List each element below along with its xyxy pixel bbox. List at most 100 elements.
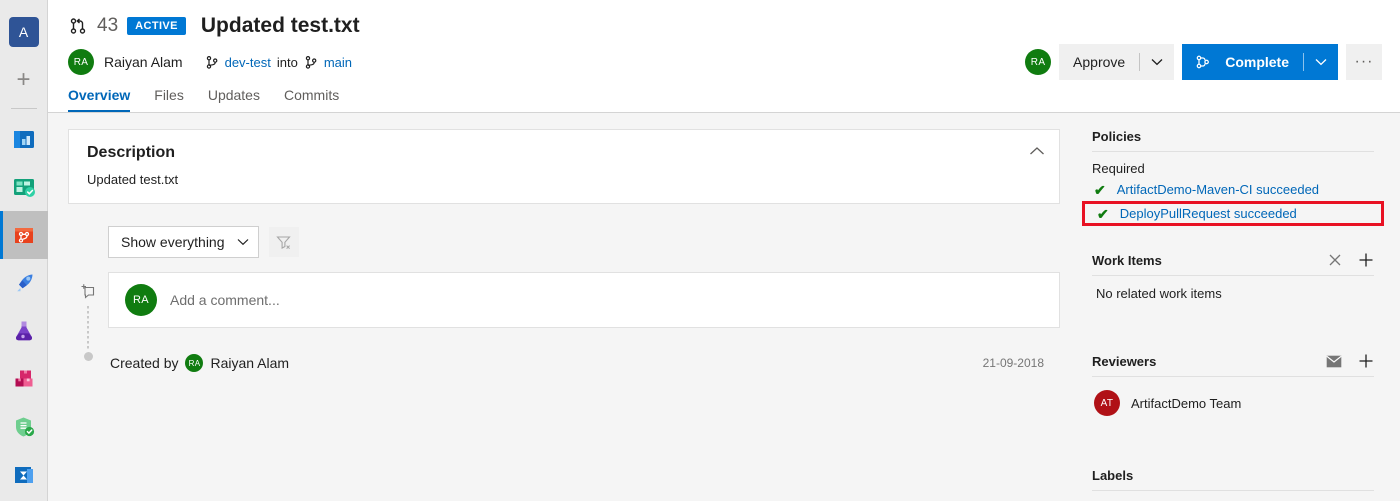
comment-author-avatar: RA <box>125 284 157 316</box>
comment-input-placeholder[interactable]: Add a comment... <box>170 292 280 308</box>
shield-icon <box>15 417 34 437</box>
pr-title-row: 43 ACTIVE Updated test.txt <box>68 14 1380 38</box>
policies-section: Policies Required ✔ ArtifactDemo-Maven-C… <box>1082 129 1384 226</box>
plus-icon <box>1359 253 1373 267</box>
pull-request-header: 43 ACTIVE Updated test.txt RA Raiyan Ala… <box>48 0 1400 113</box>
approve-dropdown-toggle[interactable] <box>1140 58 1174 66</box>
check-icon: ✔ <box>1097 205 1109 222</box>
analytics-icon <box>14 467 33 483</box>
rail-divider <box>10 108 37 109</box>
tab-commits[interactable]: Commits <box>284 87 339 112</box>
branch-info: dev-test into main <box>205 55 352 70</box>
labels-section: Labels Add label <box>1092 468 1374 501</box>
description-body: Updated test.txt <box>87 172 179 187</box>
description-title: Description <box>87 144 176 161</box>
policy-link[interactable]: ArtifactDemo-Maven-CI succeeded <box>1117 182 1319 197</box>
chevron-down-icon <box>1315 59 1327 66</box>
policy-link[interactable]: DeployPullRequest succeeded <box>1120 206 1297 221</box>
reviewer-list-item[interactable]: AT ArtifactDemo Team <box>1092 377 1374 416</box>
left-navigation-rail: A + <box>0 0 48 501</box>
discussion-thread: RA Add a comment... Created by RA Raiyan… <box>68 272 1060 372</box>
thread-rail <box>68 272 108 372</box>
main-column: 43 ACTIVE Updated test.txt RA Raiyan Ala… <box>48 0 1400 501</box>
created-by-row: Created by RA Raiyan Alam 21-09-2018 <box>108 354 1060 372</box>
created-by-avatar[interactable]: RA <box>185 354 204 372</box>
add-reviewer-button[interactable] <box>1358 353 1374 369</box>
target-branch-link[interactable]: main <box>324 55 352 70</box>
labels-title: Labels <box>1092 468 1134 483</box>
author-avatar[interactable]: RA <box>68 49 94 75</box>
org-avatar: A <box>8 17 39 47</box>
complete-button-label: Complete <box>1225 54 1289 70</box>
sidebar-item-artifacts[interactable] <box>0 355 48 403</box>
work-items-section: Work Items No related work items <box>1092 252 1374 301</box>
approve-button[interactable]: Approve <box>1059 44 1175 80</box>
close-icon <box>1329 254 1341 266</box>
sidebar-item-repos[interactable] <box>0 211 48 259</box>
repos-icon <box>14 228 33 243</box>
policy-row[interactable]: ✔ ArtifactDemo-Maven-CI succeeded <box>1092 179 1374 200</box>
overview-icon <box>13 131 34 148</box>
sidebar-item-boards[interactable] <box>0 163 48 211</box>
policy-row-highlighted[interactable]: ✔ DeployPullRequest succeeded <box>1082 201 1384 226</box>
pipelines-rocket-icon <box>16 274 32 292</box>
work-items-empty-text: No related work items <box>1096 286 1222 301</box>
show-everything-dropdown[interactable]: Show everything <box>108 226 259 258</box>
plus-icon: + <box>16 66 31 93</box>
notify-reviewers-button[interactable] <box>1326 355 1342 368</box>
chevron-up-icon <box>1030 147 1044 155</box>
pr-tabs: Overview Files Updates Commits <box>68 87 1380 112</box>
header-action-buttons: RA Approve Complete ··· <box>1025 44 1382 80</box>
created-by-label: Created by <box>110 355 179 371</box>
test-plans-flask-icon <box>15 321 32 341</box>
reviewers-title: Reviewers <box>1092 353 1157 369</box>
complete-merge-icon <box>1195 54 1211 70</box>
page-body: Description Updated test.txt Show everyt… <box>48 113 1400 501</box>
complete-dropdown-toggle[interactable] <box>1304 58 1338 66</box>
page-title: Updated test.txt <box>200 14 360 37</box>
check-icon: ✔ <box>1094 181 1106 198</box>
description-card: Description Updated test.txt <box>68 129 1060 204</box>
plus-icon <box>1359 354 1373 368</box>
rail-item-new[interactable]: + <box>0 56 48 104</box>
clear-filter-button[interactable] <box>268 227 299 257</box>
branch-icon-source <box>206 55 217 69</box>
pr-side-panel: Policies Required ✔ ArtifactDemo-Maven-C… <box>1080 113 1400 501</box>
panel-spacer <box>1092 420 1374 468</box>
chevron-down-icon <box>1151 59 1163 66</box>
sidebar-item-analytics[interactable] <box>0 451 48 499</box>
pull-request-icon <box>70 18 86 34</box>
chevron-down-icon <box>237 239 248 246</box>
status-badge: ACTIVE <box>127 17 186 35</box>
work-items-remove-button[interactable] <box>1328 253 1342 267</box>
sidebar-item-pipelines[interactable] <box>0 259 48 307</box>
add-comment-box[interactable]: RA Add a comment... <box>108 272 1060 328</box>
artifacts-boxes-icon <box>15 370 32 387</box>
sidebar-item-security[interactable] <box>0 403 48 451</box>
work-items-title: Work Items <box>1092 252 1162 268</box>
boards-icon <box>13 179 35 197</box>
more-actions-button[interactable]: ··· <box>1346 44 1382 80</box>
tab-files[interactable]: Files <box>154 87 184 112</box>
policies-required-label: Required <box>1092 161 1145 176</box>
rail-item-org-avatar[interactable]: A <box>0 8 48 56</box>
complete-button[interactable]: Complete <box>1182 44 1338 80</box>
discussion-filter-row: Show everything <box>108 226 1060 258</box>
panel-spacer <box>1092 230 1374 252</box>
policies-title: Policies <box>1092 129 1142 144</box>
reviewer-avatar[interactable]: RA <box>1025 49 1052 75</box>
reviewer-name: ArtifactDemo Team <box>1131 395 1242 411</box>
sidebar-item-test-plans[interactable] <box>0 307 48 355</box>
reviewers-section: Reviewers AT ArtifactDemo Team <box>1092 353 1374 416</box>
reviewers-header: Reviewers <box>1092 353 1374 377</box>
into-label: into <box>276 54 298 70</box>
sidebar-item-overview[interactable] <box>0 115 48 163</box>
branch-icon-target <box>305 55 317 69</box>
add-comment-icon[interactable] <box>79 282 97 300</box>
overview-content: Description Updated test.txt Show everyt… <box>48 113 1080 501</box>
work-items-add-button[interactable] <box>1358 252 1374 268</box>
description-collapse-toggle[interactable] <box>1029 146 1045 156</box>
tab-overview[interactable]: Overview <box>68 87 131 112</box>
tab-updates[interactable]: Updates <box>208 87 260 112</box>
source-branch-link[interactable]: dev-test <box>225 55 271 70</box>
